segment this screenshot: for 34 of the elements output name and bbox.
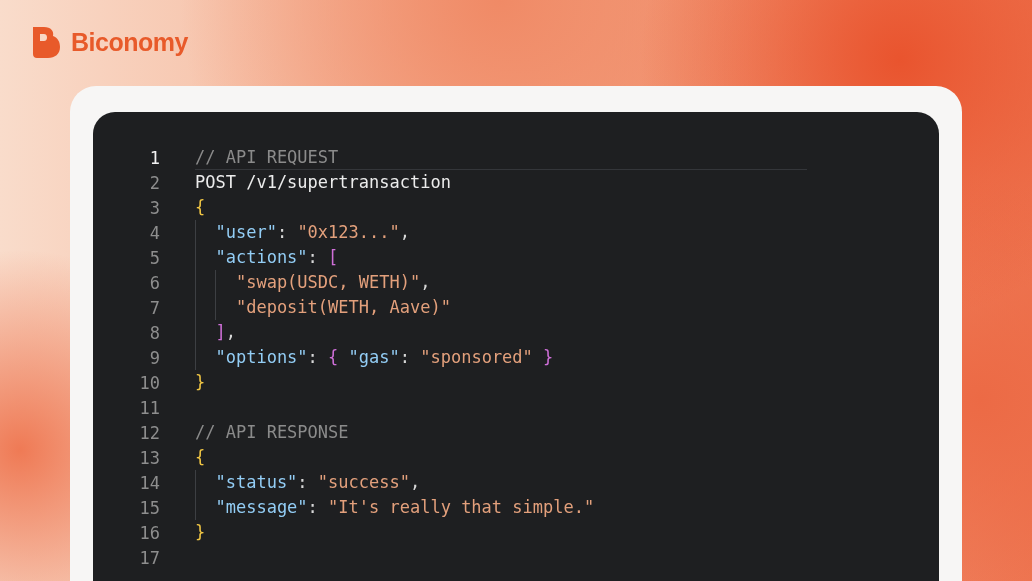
code-line: "message": "It's really that simple." [195,495,807,520]
code-line: "deposit(WETH, Aave)" [195,295,807,320]
line-number: 10 [138,372,160,393]
code-line: "options": { "gas": "sponsored" } [195,345,807,370]
code-line: } [195,521,207,544]
brand-name: Biconomy [71,27,188,57]
line-number: 7 [148,297,160,318]
code-comment: // API REQUEST [195,145,807,170]
line-number: 1 [148,147,160,168]
code-line: "status": "success", [195,470,807,495]
code-line: { [195,446,207,469]
line-number: 9 [148,347,160,368]
code-line: "user": "0x123...", [195,220,807,245]
logo-icon [31,25,61,59]
line-number: 4 [148,222,160,243]
line-number: 11 [138,397,160,418]
code-line: } [195,371,207,394]
line-number: 15 [138,497,160,518]
code-line: POST /v1/supertransaction [195,171,452,194]
code-line: { [195,196,207,219]
line-number: 13 [138,447,160,468]
line-number: 17 [138,547,160,568]
line-number: 14 [138,472,160,493]
line-number: 5 [148,247,160,268]
line-number: 16 [138,522,160,543]
code-line: "actions": [ [195,245,807,270]
line-number: 8 [148,322,160,343]
code-comment: // API RESPONSE [195,421,350,444]
line-number: 12 [138,422,160,443]
line-number: 6 [148,272,160,293]
code-line: "swap(USDC, WETH)", [195,270,807,295]
line-number: 3 [148,197,160,218]
code-line: ], [195,320,807,345]
line-number: 2 [148,172,160,193]
